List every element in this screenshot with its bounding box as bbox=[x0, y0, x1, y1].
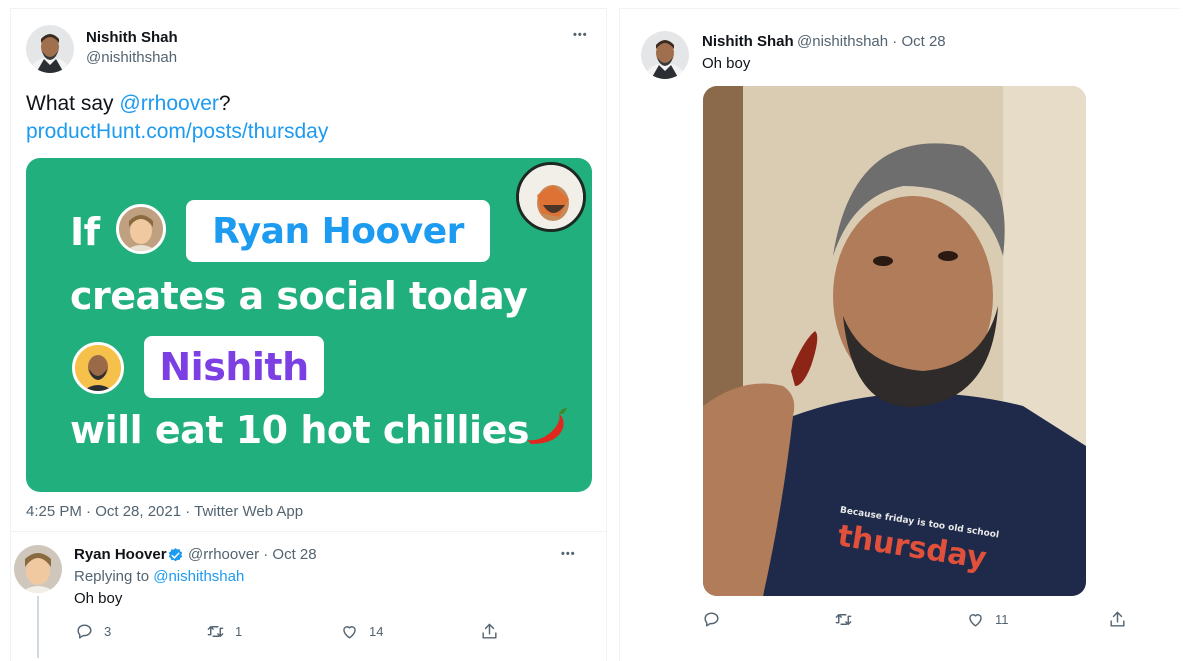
card-pill-ryan: Ryan Hoover bbox=[186, 200, 490, 262]
mention-link[interactable]: @rrhoover bbox=[119, 92, 219, 115]
more-options-icon[interactable]: ••• bbox=[573, 29, 588, 41]
reply-icon bbox=[704, 612, 719, 627]
like-button[interactable]: 14 bbox=[340, 622, 383, 641]
share-icon bbox=[1110, 611, 1125, 627]
author-handle[interactable]: @nishithshah bbox=[86, 49, 177, 66]
right-like-button[interactable]: 11 bbox=[966, 610, 1009, 629]
ryan-mini-avatar bbox=[116, 204, 166, 254]
reply-more-options-icon[interactable]: ••• bbox=[561, 548, 576, 560]
verified-badge-icon bbox=[168, 548, 183, 562]
divider bbox=[10, 531, 607, 532]
reply-author-avatar[interactable] bbox=[14, 545, 62, 593]
tweet-photo[interactable]: Because friday is too old school thursda… bbox=[703, 86, 1086, 596]
replying-to: Replying to @nishithshah bbox=[74, 568, 244, 585]
right-author-avatar[interactable] bbox=[641, 31, 689, 79]
share-icon bbox=[482, 623, 497, 639]
reply-count: 3 bbox=[104, 624, 112, 639]
card-line3: will eat 10 hot chillies bbox=[70, 408, 529, 452]
retweet-button[interactable]: 1 bbox=[206, 622, 242, 641]
chili-icon bbox=[527, 408, 567, 444]
tweet-text-prefix: What say bbox=[26, 92, 120, 115]
like-count: 14 bbox=[369, 624, 384, 639]
right-tweet-text: Oh boy bbox=[702, 55, 751, 72]
reply-author-handle[interactable]: @rrhoover · Oct 28 bbox=[188, 546, 317, 563]
heart-icon bbox=[343, 626, 356, 639]
tweet-image-card[interactable]: If Ryan Hoover creates a social today Ni… bbox=[26, 158, 592, 492]
share-button[interactable] bbox=[480, 622, 499, 641]
nishith-mini-avatar bbox=[72, 342, 124, 394]
card-pill-nishith: Nishith bbox=[144, 336, 324, 398]
card-line2: creates a social today bbox=[70, 274, 528, 318]
right-retweet-button[interactable] bbox=[834, 610, 863, 629]
sticker-avatar bbox=[516, 162, 586, 232]
reply-icon bbox=[77, 624, 92, 639]
retweet-icon bbox=[207, 626, 224, 637]
heart-icon bbox=[969, 614, 982, 627]
author-avatar[interactable] bbox=[26, 25, 74, 73]
tweet-text-suffix: ? bbox=[218, 92, 231, 115]
tweet-text: What say @rrhoover? productHunt.com/post… bbox=[26, 90, 328, 146]
card-line1-prefix: If bbox=[70, 210, 100, 254]
retweet-icon bbox=[835, 614, 852, 625]
thread-line bbox=[37, 596, 39, 658]
replying-handle-link[interactable]: @nishithshah bbox=[153, 568, 244, 585]
right-reply-button[interactable] bbox=[702, 610, 731, 629]
retweet-count: 1 bbox=[235, 624, 243, 639]
reply-author-name[interactable]: Ryan Hoover bbox=[74, 546, 167, 563]
author-name[interactable]: Nishith Shah bbox=[86, 29, 178, 46]
replying-label: Replying to bbox=[74, 568, 154, 585]
tweet-timestamp[interactable]: 4:25 PM · Oct 28, 2021 · Twitter Web App bbox=[26, 503, 303, 520]
url-link[interactable]: productHunt.com/posts/thursday bbox=[26, 118, 328, 146]
right-author-handle[interactable]: @nishithshah · Oct 28 bbox=[797, 33, 946, 50]
reply-text: Oh boy bbox=[74, 590, 123, 607]
right-author-name[interactable]: Nishith Shah bbox=[702, 33, 794, 50]
right-like-count: 11 bbox=[995, 612, 1009, 627]
reply-button[interactable]: 3 bbox=[75, 622, 111, 641]
right-share-button[interactable] bbox=[1108, 610, 1127, 629]
